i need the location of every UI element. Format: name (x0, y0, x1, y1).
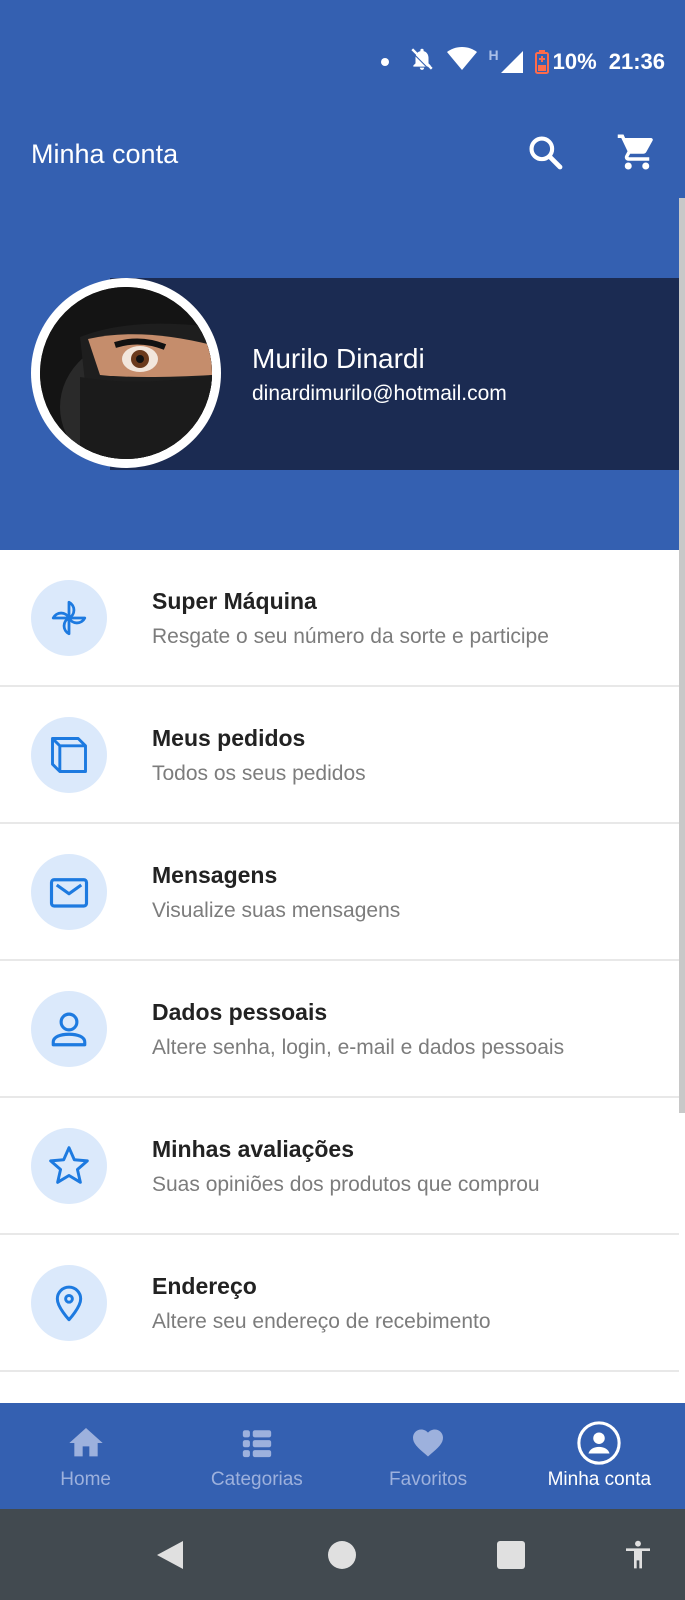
menu-item-title: Mensagens (152, 862, 278, 888)
page-title: Minha conta (31, 139, 179, 169)
recents-button[interactable] (493, 1537, 529, 1573)
recents-square-icon (497, 1541, 525, 1569)
menu-item-meus-pedidos[interactable]: Meus pedidos Todos os seus pedidos (0, 687, 679, 824)
profile-section: Murilo Dinardi dinardimurilo@hotmail.com (0, 210, 685, 550)
nav-label: Minha conta (547, 1469, 652, 1490)
accessibility-button[interactable] (620, 1537, 656, 1573)
nav-label: Categorias (210, 1469, 303, 1490)
nav-minha-conta[interactable]: Minha conta (514, 1403, 685, 1509)
pinwheel-icon (31, 579, 107, 656)
menu-item-title: Dados pessoais (152, 999, 328, 1025)
bottom-navigation: Home Categorias Favoritos Minha conta (0, 1403, 685, 1509)
star-icon (31, 1127, 107, 1204)
menu-item-title: Endereço (152, 1273, 257, 1299)
menu-item-subtitle: Altere seu endereço de recebimento (152, 1310, 491, 1333)
menu-item-subtitle: Visualize suas mensagens (152, 899, 401, 922)
menu-item-subtitle: Resgate o seu número da sorte e particip… (152, 625, 549, 648)
back-button[interactable] (152, 1537, 188, 1573)
nav-home[interactable]: Home (0, 1403, 171, 1509)
profile-email: dinardimurilo@hotmail.com (252, 382, 507, 405)
nav-favoritos[interactable]: Favoritos (343, 1403, 514, 1509)
clock: 21:36 (608, 49, 665, 74)
orders-box-icon (31, 716, 107, 793)
status-icons: H 10% 21:36 (380, 46, 665, 78)
search-icon (529, 136, 563, 170)
menu-item-title: Minhas avaliações (152, 1136, 354, 1162)
system-navigation-bar (0, 1509, 685, 1600)
nav-categorias[interactable]: Categorias (171, 1403, 342, 1509)
search-button[interactable] (522, 129, 568, 175)
person-icon (31, 990, 107, 1067)
menu-item-dados-pessoais[interactable]: Dados pessoais Altere senha, login, e-ma… (0, 961, 679, 1098)
nav-label: Home (60, 1469, 111, 1490)
location-pin-icon (31, 1264, 107, 1341)
back-triangle-icon (157, 1541, 183, 1569)
home-circle-icon (328, 1541, 356, 1569)
scrollbar[interactable] (679, 198, 685, 1113)
nav-label: Favoritos (389, 1469, 468, 1490)
menu-item-title: Super Máquina (152, 588, 317, 614)
signal-icon (500, 51, 523, 73)
app-header: Minha conta (0, 115, 685, 210)
home-system-button[interactable] (324, 1537, 360, 1573)
account-menu: Super Máquina Resgate o seu número da so… (0, 550, 679, 1372)
status-bar: H 10% 21:36 (0, 0, 685, 115)
menu-item-subtitle: Altere senha, login, e-mail e dados pess… (152, 1036, 565, 1059)
heart-icon (410, 1421, 446, 1465)
battery-low-icon (534, 50, 549, 74)
menu-item-title: Meus pedidos (152, 725, 306, 751)
envelope-icon (31, 853, 107, 930)
battery-percentage: 10% (552, 49, 597, 74)
notification-dot-icon (380, 58, 389, 66)
home-icon (66, 1421, 106, 1465)
bell-off-icon (409, 46, 435, 78)
wifi-icon (446, 47, 477, 77)
account-circle-icon (576, 1421, 622, 1465)
avatar[interactable] (31, 278, 221, 468)
avatar-image (40, 287, 212, 459)
menu-item-minhas-avaliacoes[interactable]: Minhas avaliações Suas opiniões dos prod… (0, 1098, 679, 1235)
cart-icon (617, 134, 653, 170)
battery: 10% (534, 49, 597, 75)
profile-name: Murilo Dinardi (252, 343, 425, 374)
cellular-signal: H (489, 47, 523, 73)
accessibility-icon (626, 1540, 650, 1569)
menu-item-subtitle: Todos os seus pedidos (152, 762, 366, 785)
network-type: H (488, 47, 499, 63)
menu-item-subtitle: Suas opiniões dos produtos que comprou (152, 1173, 540, 1196)
menu-item-endereco[interactable]: Endereço Altere seu endereço de recebime… (0, 1235, 679, 1372)
cart-button[interactable] (614, 129, 660, 175)
categories-icon (240, 1421, 274, 1465)
menu-item-mensagens[interactable]: Mensagens Visualize suas mensagens (0, 824, 679, 961)
menu-item-super-maquina[interactable]: Super Máquina Resgate o seu número da so… (0, 550, 679, 687)
